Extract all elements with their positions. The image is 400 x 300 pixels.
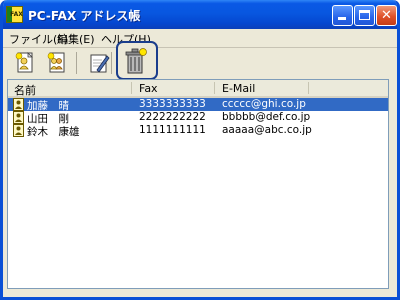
contact-icon bbox=[13, 111, 24, 124]
column-header-email[interactable]: E-Mail bbox=[222, 82, 255, 95]
title-bar[interactable]: FAX PC-FAX アドレス帳 ✕ bbox=[3, 0, 397, 29]
list-row[interactable]: 加藤 晴 3333333333 ccccc@ghi.co.jp bbox=[8, 98, 388, 112]
address-book-window: FAX PC-FAX アドレス帳 ✕ ファイル(F) 編集(E) ヘルプ(H) bbox=[0, 0, 400, 300]
minimize-button[interactable] bbox=[332, 5, 353, 26]
list-header: 名前 Fax E-Mail bbox=[8, 80, 388, 98]
new-member-icon bbox=[15, 52, 33, 73]
menu-bar: ファイル(F) 編集(E) ヘルプ(H) bbox=[3, 29, 397, 47]
contact-email: aaaaa@abc.co.jp bbox=[222, 124, 312, 136]
column-header-name[interactable]: 名前 bbox=[14, 82, 36, 98]
column-divider[interactable] bbox=[214, 82, 215, 94]
contact-email: bbbbb@def.co.jp bbox=[222, 111, 311, 123]
column-divider[interactable] bbox=[308, 82, 309, 94]
new-group-button[interactable] bbox=[43, 50, 71, 76]
delete-button[interactable] bbox=[116, 41, 158, 80]
fax-app-icon-label: FAX bbox=[10, 11, 23, 18]
close-button[interactable]: ✕ bbox=[376, 5, 397, 26]
contact-icon bbox=[13, 124, 24, 137]
edit-icon bbox=[90, 54, 110, 73]
column-header-fax[interactable]: Fax bbox=[139, 82, 158, 95]
maximize-icon bbox=[359, 10, 370, 20]
contact-fax: 3333333333 bbox=[139, 98, 206, 110]
contact-name: 鈴木 康雄 bbox=[27, 126, 80, 138]
new-member-button[interactable] bbox=[11, 50, 39, 76]
toolbar-separator bbox=[76, 52, 77, 74]
close-icon: ✕ bbox=[381, 8, 392, 23]
contact-email: ccccc@ghi.co.jp bbox=[222, 98, 306, 110]
contact-icon bbox=[13, 98, 24, 111]
address-list[interactable]: 名前 Fax E-Mail 加藤 晴 3333333333 ccccc@ghi.… bbox=[7, 79, 389, 289]
delete-icon bbox=[125, 48, 147, 74]
contact-fax: 1111111111 bbox=[139, 124, 206, 136]
window-title: PC-FAX アドレス帳 bbox=[28, 9, 141, 23]
list-row[interactable]: 鈴木 康雄 1111111111 aaaaa@abc.co.jp bbox=[8, 124, 388, 138]
edit-button[interactable] bbox=[85, 50, 113, 76]
column-divider[interactable] bbox=[131, 82, 132, 94]
menu-edit[interactable]: 編集(E) bbox=[57, 31, 95, 47]
maximize-button[interactable] bbox=[354, 5, 375, 26]
toolbar bbox=[3, 41, 397, 80]
new-group-icon bbox=[47, 52, 65, 73]
list-row[interactable]: 山田 剛 2222222222 bbbbb@def.co.jp bbox=[8, 111, 388, 125]
contact-fax: 2222222222 bbox=[139, 111, 206, 123]
fax-app-icon: FAX bbox=[6, 6, 23, 23]
toolbar-separator bbox=[111, 52, 112, 74]
minimize-icon bbox=[338, 17, 346, 20]
